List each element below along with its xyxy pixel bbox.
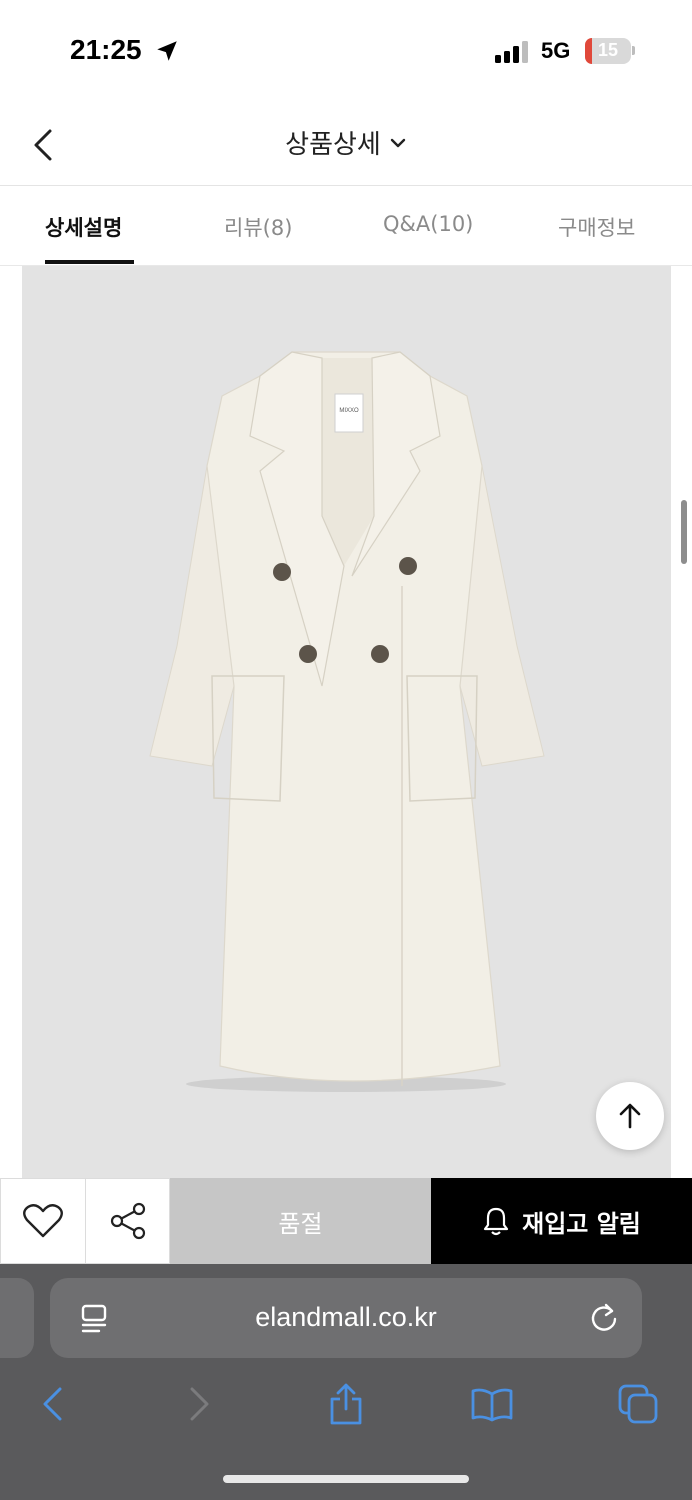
active-tab-indicator [45,260,134,264]
back-icon [43,1387,62,1421]
sold-out-label: 품절 [278,1209,323,1238]
battery-level: 15 [597,40,619,60]
battery-tip [632,46,635,55]
brand-label: MIXXO [339,408,359,414]
detail-tabs: 상세설명 리뷰(8) Q&A(10) 구매정보 [0,186,692,266]
page-scroll-indicator[interactable] [681,500,687,564]
browser-forward-button[interactable] [170,1374,230,1434]
heart-icon [23,1204,63,1238]
share-button[interactable] [86,1178,170,1264]
tab-description[interactable]: 상세설명 [45,212,122,242]
home-indicator[interactable] [223,1475,469,1483]
browser-toolbar [0,1374,692,1434]
forward-icon [190,1387,209,1421]
page-title-container[interactable]: 상품상세 [0,124,692,161]
share-icon [330,1383,362,1425]
tab-qna[interactable]: Q&A(10) [383,212,473,236]
reload-icon[interactable] [588,1300,620,1334]
status-bar: 21:25 5G 15 [0,0,692,100]
tab-purchase-info[interactable]: 구매정보 [558,212,635,242]
chevron-down-icon [390,138,406,147]
coat-illustration: MIXXO [149,351,545,1092]
signal-icon [495,41,528,63]
tabs-icon [618,1384,658,1424]
share-icon [110,1202,145,1240]
status-time: 21:25 [70,34,142,65]
browser-tabs-button[interactable] [608,1374,668,1434]
product-image: MIXXO [22,266,671,1178]
arrow-up-icon [619,1103,641,1129]
purchase-action-bar: 품절 재입고 알림 [0,1178,692,1264]
sold-out-button: 품절 [170,1178,431,1264]
address-bar[interactable]: elandmall.co.kr [50,1278,642,1358]
url-text: elandmall.co.kr [255,1302,437,1332]
location-arrow-icon [157,41,177,61]
bell-icon [484,1207,509,1236]
restock-alert-button[interactable]: 재입고 알림 [431,1178,692,1264]
restock-label: 재입고 알림 [522,1209,641,1238]
bookmarks-icon [471,1388,513,1422]
tab-reviews[interactable]: 리뷰(8) [224,212,292,242]
previous-tab-preview[interactable] [0,1278,34,1358]
battery-icon: 15 [585,38,631,64]
scroll-to-top-button[interactable] [596,1082,664,1150]
browser-chrome: elandmall.co.kr [0,1264,692,1500]
browser-bookmarks-button[interactable] [462,1374,522,1434]
page-header: 상품상세 [0,100,692,186]
page-title: 상품상세 [285,130,381,160]
network-type: 5G [541,38,571,63]
browser-back-button[interactable] [22,1374,82,1434]
browser-share-button[interactable] [316,1374,376,1434]
wishlist-button[interactable] [0,1178,86,1264]
